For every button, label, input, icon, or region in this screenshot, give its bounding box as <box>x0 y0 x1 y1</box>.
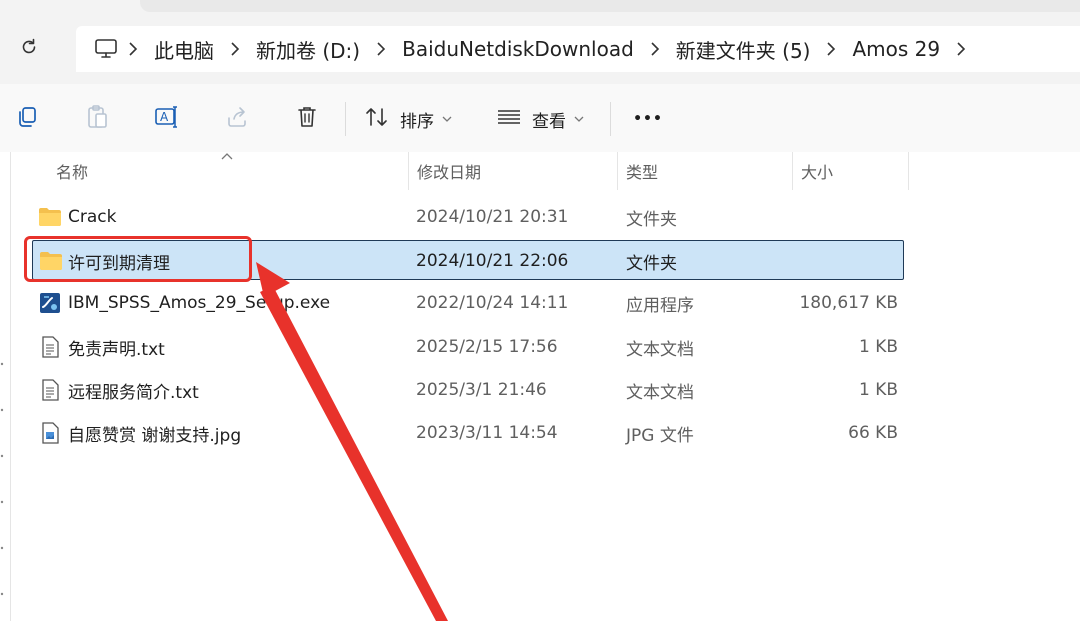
file-type: 文本文档 <box>626 382 694 403</box>
file-name: 自愿赞赏 谢谢支持.jpg <box>68 425 242 446</box>
file-modified: 2023/3/11 14:54 <box>416 423 558 443</box>
view-label: 查看 <box>532 111 566 132</box>
sort-icon <box>364 106 390 132</box>
copy-button[interactable] <box>10 102 44 136</box>
file-name: 许可到期清理 <box>68 253 170 274</box>
column-header-size[interactable]: 大小 <box>801 152 907 190</box>
title-strip <box>0 0 1080 14</box>
sort-label: 排序 <box>400 111 434 132</box>
view-list-icon <box>496 106 522 132</box>
window-tab[interactable] <box>140 0 1080 12</box>
copy-icon <box>15 105 39 133</box>
breadcrumb-this-pc[interactable]: 此电脑 <box>148 26 220 72</box>
toolbar-divider <box>610 102 611 136</box>
breadcrumb-new-folder-5[interactable]: 新建文件夹 (5) <box>670 26 817 72</box>
file-row-amos-setup[interactable]: IBM_SPSS_Amos_29_Setup.exe 2022/10/24 14… <box>32 283 904 323</box>
refresh-button[interactable] <box>12 34 46 64</box>
setup-exe-icon <box>38 292 62 314</box>
file-modified: 2025/3/1 21:46 <box>416 380 547 400</box>
file-row-license-cleanup[interactable]: 许可到期清理 2024/10/21 22:06 文件夹 <box>32 240 904 280</box>
file-row-remote-service[interactable]: 远程服务简介.txt 2025/3/1 21:46 文本文档 1 KB <box>32 370 904 410</box>
command-toolbar: A 排序 查看 ••• <box>0 84 1080 153</box>
folder-icon <box>38 206 62 228</box>
chevron-down-icon <box>442 115 452 123</box>
rename-icon: A <box>154 105 180 133</box>
share-icon <box>225 105 249 133</box>
column-divider[interactable] <box>908 152 909 190</box>
sort-button[interactable]: 排序 <box>364 102 464 136</box>
breadcrumb-baidunetdisk[interactable]: BaiduNetdiskDownload <box>396 26 640 72</box>
refresh-icon <box>19 37 39 61</box>
file-name: Crack <box>68 207 117 227</box>
file-name: 免责声明.txt <box>68 339 165 360</box>
paste-button[interactable] <box>80 102 114 136</box>
file-size: 66 KB <box>848 423 898 443</box>
rename-button[interactable]: A <box>150 102 184 136</box>
file-modified: 2022/10/24 14:11 <box>416 293 569 313</box>
chevron-right-icon[interactable] <box>118 26 148 72</box>
text-file-icon <box>38 379 62 401</box>
file-modified: 2024/10/21 22:06 <box>416 251 569 271</box>
file-modified: 2024/10/21 20:31 <box>416 207 569 227</box>
file-type: JPG 文件 <box>626 425 694 446</box>
computer-icon[interactable] <box>94 37 118 61</box>
file-type: 应用程序 <box>626 295 694 316</box>
text-file-icon <box>38 336 62 358</box>
chevron-right-icon[interactable] <box>946 26 976 72</box>
chevron-down-icon <box>574 115 584 123</box>
file-list: 名称 修改日期 类型 大小 Crack 2024/10/21 20:31 文件夹 <box>0 152 1080 621</box>
file-row-disclaimer[interactable]: 免责声明.txt 2025/2/15 17:56 文本文档 1 KB <box>32 327 904 367</box>
chevron-right-icon[interactable] <box>366 26 396 72</box>
breadcrumb[interactable]: 此电脑 新加卷 (D:) BaiduNetdiskDownload 新建文件夹 … <box>76 26 1080 72</box>
file-row-donation-image[interactable]: 自愿赞赏 谢谢支持.jpg 2023/3/11 14:54 JPG 文件 66 … <box>32 413 904 453</box>
column-header-type[interactable]: 类型 <box>626 152 792 190</box>
column-header-modified[interactable]: 修改日期 <box>417 152 617 190</box>
file-type: 文件夹 <box>626 253 677 274</box>
file-modified: 2025/2/15 17:56 <box>416 337 558 357</box>
share-button[interactable] <box>220 102 254 136</box>
breadcrumb-drive-d[interactable]: 新加卷 (D:) <box>250 26 366 72</box>
file-size: 1 KB <box>858 380 898 400</box>
file-name: 远程服务简介.txt <box>68 382 199 403</box>
address-row: 此电脑 新加卷 (D:) BaiduNetdiskDownload 新建文件夹 … <box>0 14 1080 84</box>
folder-icon <box>39 250 63 272</box>
paste-icon <box>85 104 109 134</box>
image-file-icon <box>38 422 62 444</box>
column-divider[interactable] <box>408 152 409 190</box>
delete-button[interactable] <box>290 102 324 136</box>
file-type: 文本文档 <box>626 339 694 360</box>
file-type: 文件夹 <box>626 209 677 230</box>
column-divider[interactable] <box>792 152 793 190</box>
toolbar-divider <box>345 102 346 136</box>
svg-text:A: A <box>160 110 169 124</box>
file-row-crack[interactable]: Crack 2024/10/21 20:31 文件夹 <box>32 197 904 237</box>
file-explorer-window: 此电脑 新加卷 (D:) BaiduNetdiskDownload 新建文件夹 … <box>0 0 1080 621</box>
edge-dots <box>0 362 4 596</box>
breadcrumb-amos-29[interactable]: Amos 29 <box>846 26 946 72</box>
file-size: 180,617 KB <box>799 293 898 313</box>
chevron-right-icon[interactable] <box>816 26 846 72</box>
file-name: IBM_SPSS_Amos_29_Setup.exe <box>68 293 331 313</box>
view-button[interactable]: 查看 <box>496 102 596 136</box>
column-divider[interactable] <box>617 152 618 190</box>
file-size: 1 KB <box>858 337 898 357</box>
more-options-button[interactable]: ••• <box>630 102 666 136</box>
column-header-name[interactable]: 名称 <box>56 152 406 190</box>
chevron-right-icon[interactable] <box>220 26 250 72</box>
chevron-right-icon[interactable] <box>640 26 670 72</box>
trash-icon <box>296 105 318 133</box>
